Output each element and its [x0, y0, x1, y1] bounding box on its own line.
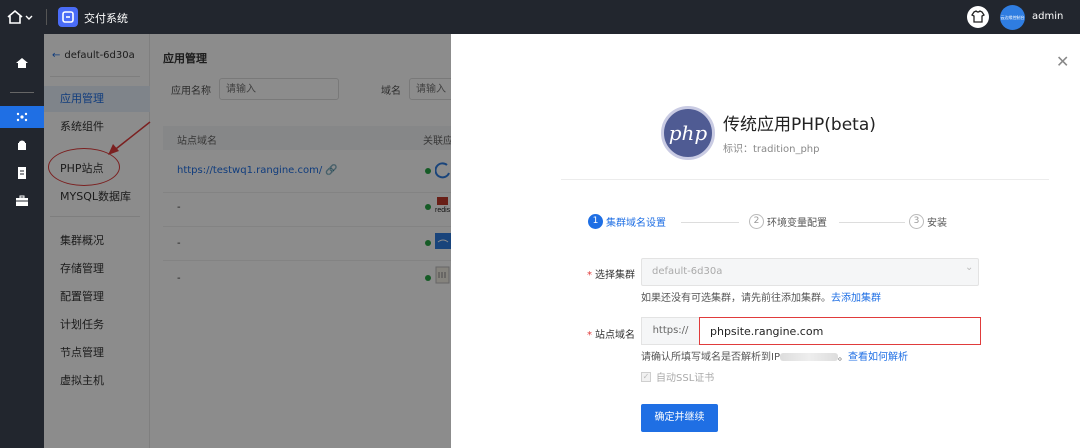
close-icon[interactable]: ✕ [1056, 52, 1069, 71]
top-bar: 交付系统 云边缘控制台 admin [0, 0, 1080, 34]
php-logo-icon: php [661, 106, 715, 160]
ssl-label: 自动SSL证书 [656, 373, 715, 384]
install-drawer: ✕ php 传统应用PHP(beta) 标识：tradition_php 1 集群… [451, 34, 1080, 448]
blurred-ip [779, 353, 838, 361]
app-identifier: 标识：tradition_php [723, 144, 820, 155]
step-connector [681, 222, 739, 223]
modal-overlay[interactable] [44, 34, 451, 448]
avatar[interactable]: 云边缘控制台 [1000, 5, 1025, 30]
divider [561, 179, 1049, 180]
document-icon[interactable] [0, 162, 44, 184]
system-title[interactable]: 交付系统 [84, 10, 128, 26]
site-domain-input[interactable] [699, 317, 981, 345]
step-install: 3 安装 [909, 214, 947, 229]
cluster-icon[interactable] [0, 106, 44, 128]
theme-shirt-icon[interactable] [967, 6, 989, 28]
domain-label: * 站点域名 [587, 330, 635, 341]
cluster-select[interactable]: default-6d30a [641, 258, 979, 286]
ssl-checkbox[interactable]: ✓ [641, 371, 651, 382]
left-icon-nav [0, 34, 44, 448]
app-name: 传统应用PHP(beta) [723, 115, 876, 135]
https-prefix: https:// [641, 317, 699, 345]
topbar-divider [46, 9, 47, 25]
confirm-continue-button[interactable]: 确定并继续 [641, 404, 718, 432]
step-env-config: 2 环境变量配置 [749, 214, 827, 229]
how-to-resolve-link[interactable]: 查看如何解析 [848, 352, 908, 363]
home-icon[interactable] [0, 52, 44, 74]
toolbox-icon[interactable] [0, 190, 44, 212]
chevron-down-icon: ⌄ [965, 262, 974, 273]
add-cluster-link[interactable]: 去添加集群 [831, 293, 881, 304]
system-logo-icon [58, 7, 78, 27]
cluster-label: * 选择集群 [587, 270, 635, 281]
step-cluster-domain: 1 集群域名设置 [588, 214, 666, 229]
home-icon[interactable] [6, 8, 34, 26]
domain-hint: 请确认所填写域名是否解析到IP 。查看如何解析 [641, 352, 908, 363]
ssl-checkbox-row[interactable]: ✓ 自动SSL证书 [641, 369, 714, 384]
nav-divider [10, 92, 34, 93]
bag-icon[interactable] [0, 134, 44, 156]
cluster-hint: 如果还没有可选集群，请先前往添加集群。去添加集群 [641, 293, 881, 304]
step-connector [839, 222, 905, 223]
username[interactable]: admin [1032, 11, 1063, 22]
